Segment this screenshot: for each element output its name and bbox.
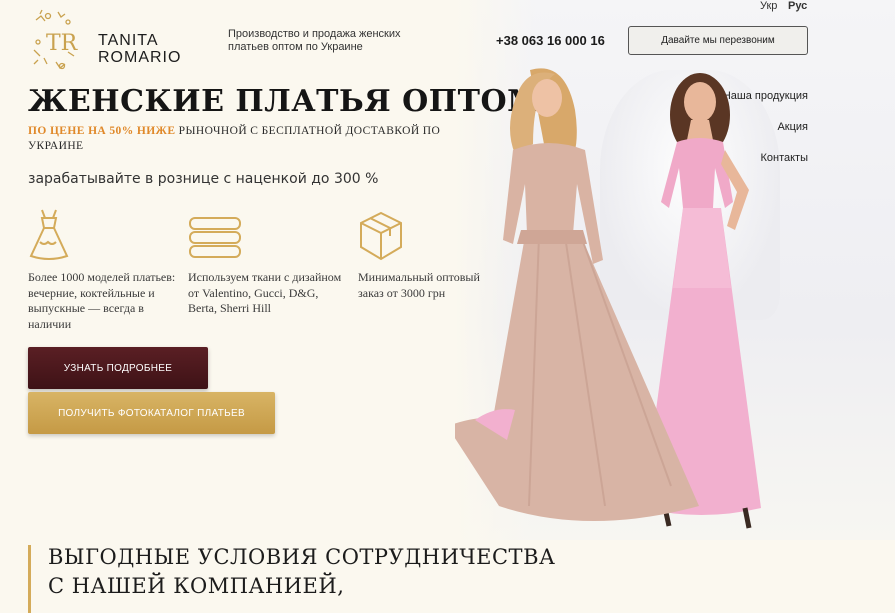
- hero-subtitle: ПО ЦЕНЕ НА 50% НИЖЕ РЫНОЧНОЙ С БЕСПЛАТНО…: [28, 124, 468, 154]
- feature-text-fabrics: Используем ткани с дизайном от Valentino…: [188, 270, 342, 315]
- section-accent-bar: [28, 545, 31, 613]
- learn-more-button[interactable]: УЗНАТЬ ПОДРОБНЕЕ: [28, 347, 208, 389]
- lang-ukr-link[interactable]: Укр: [760, 0, 777, 12]
- models-photo: [455, 68, 761, 529]
- model-champagne-dress: [455, 68, 699, 521]
- svg-text:TR: TR: [46, 31, 79, 56]
- header-phone[interactable]: +38 063 16 000 16: [496, 33, 605, 48]
- logo-line1: TANITA: [98, 32, 159, 49]
- section-title: ВЫГОДНЫЕ УСЛОВИЯ СОТРУДНИЧЕСТВА С НАШЕЙ …: [48, 543, 555, 601]
- lang-rus-link[interactable]: Рус: [788, 0, 807, 12]
- header-tagline: Производство и продажа женских платьев о…: [228, 28, 401, 53]
- logo-emblem-icon: TR: [33, 9, 79, 70]
- dress-icon: [28, 208, 70, 267]
- section-title-line1: ВЫГОДНЫЕ УСЛОВИЯ СОТРУДНИЧЕСТВА: [48, 545, 556, 569]
- section-title-line2: С НАШЕЙ КОМПАНИЕЙ,: [48, 574, 345, 598]
- logo-line2: ROMARIO: [98, 49, 182, 66]
- logo[interactable]: TR TANITA ROMARIO: [28, 8, 180, 78]
- logo-text: TANITA ROMARIO: [98, 32, 181, 66]
- get-catalog-button[interactable]: ПОЛУЧИТЬ ФОТОКАТАЛОГ ПЛАТЬЕВ: [28, 392, 275, 434]
- hero-earn-text: зарабатывайте в рознице с наценкой до 30…: [28, 171, 379, 187]
- callback-button[interactable]: Давайте мы перезвоним: [628, 26, 808, 55]
- hero-subtitle-accent: ПО ЦЕНЕ НА 50% НИЖЕ: [28, 125, 176, 137]
- fabric-icon: [188, 216, 242, 265]
- box-icon: [358, 211, 404, 266]
- feature-text-models: Более 1000 моделей платьев: вечерние, ко…: [28, 270, 176, 331]
